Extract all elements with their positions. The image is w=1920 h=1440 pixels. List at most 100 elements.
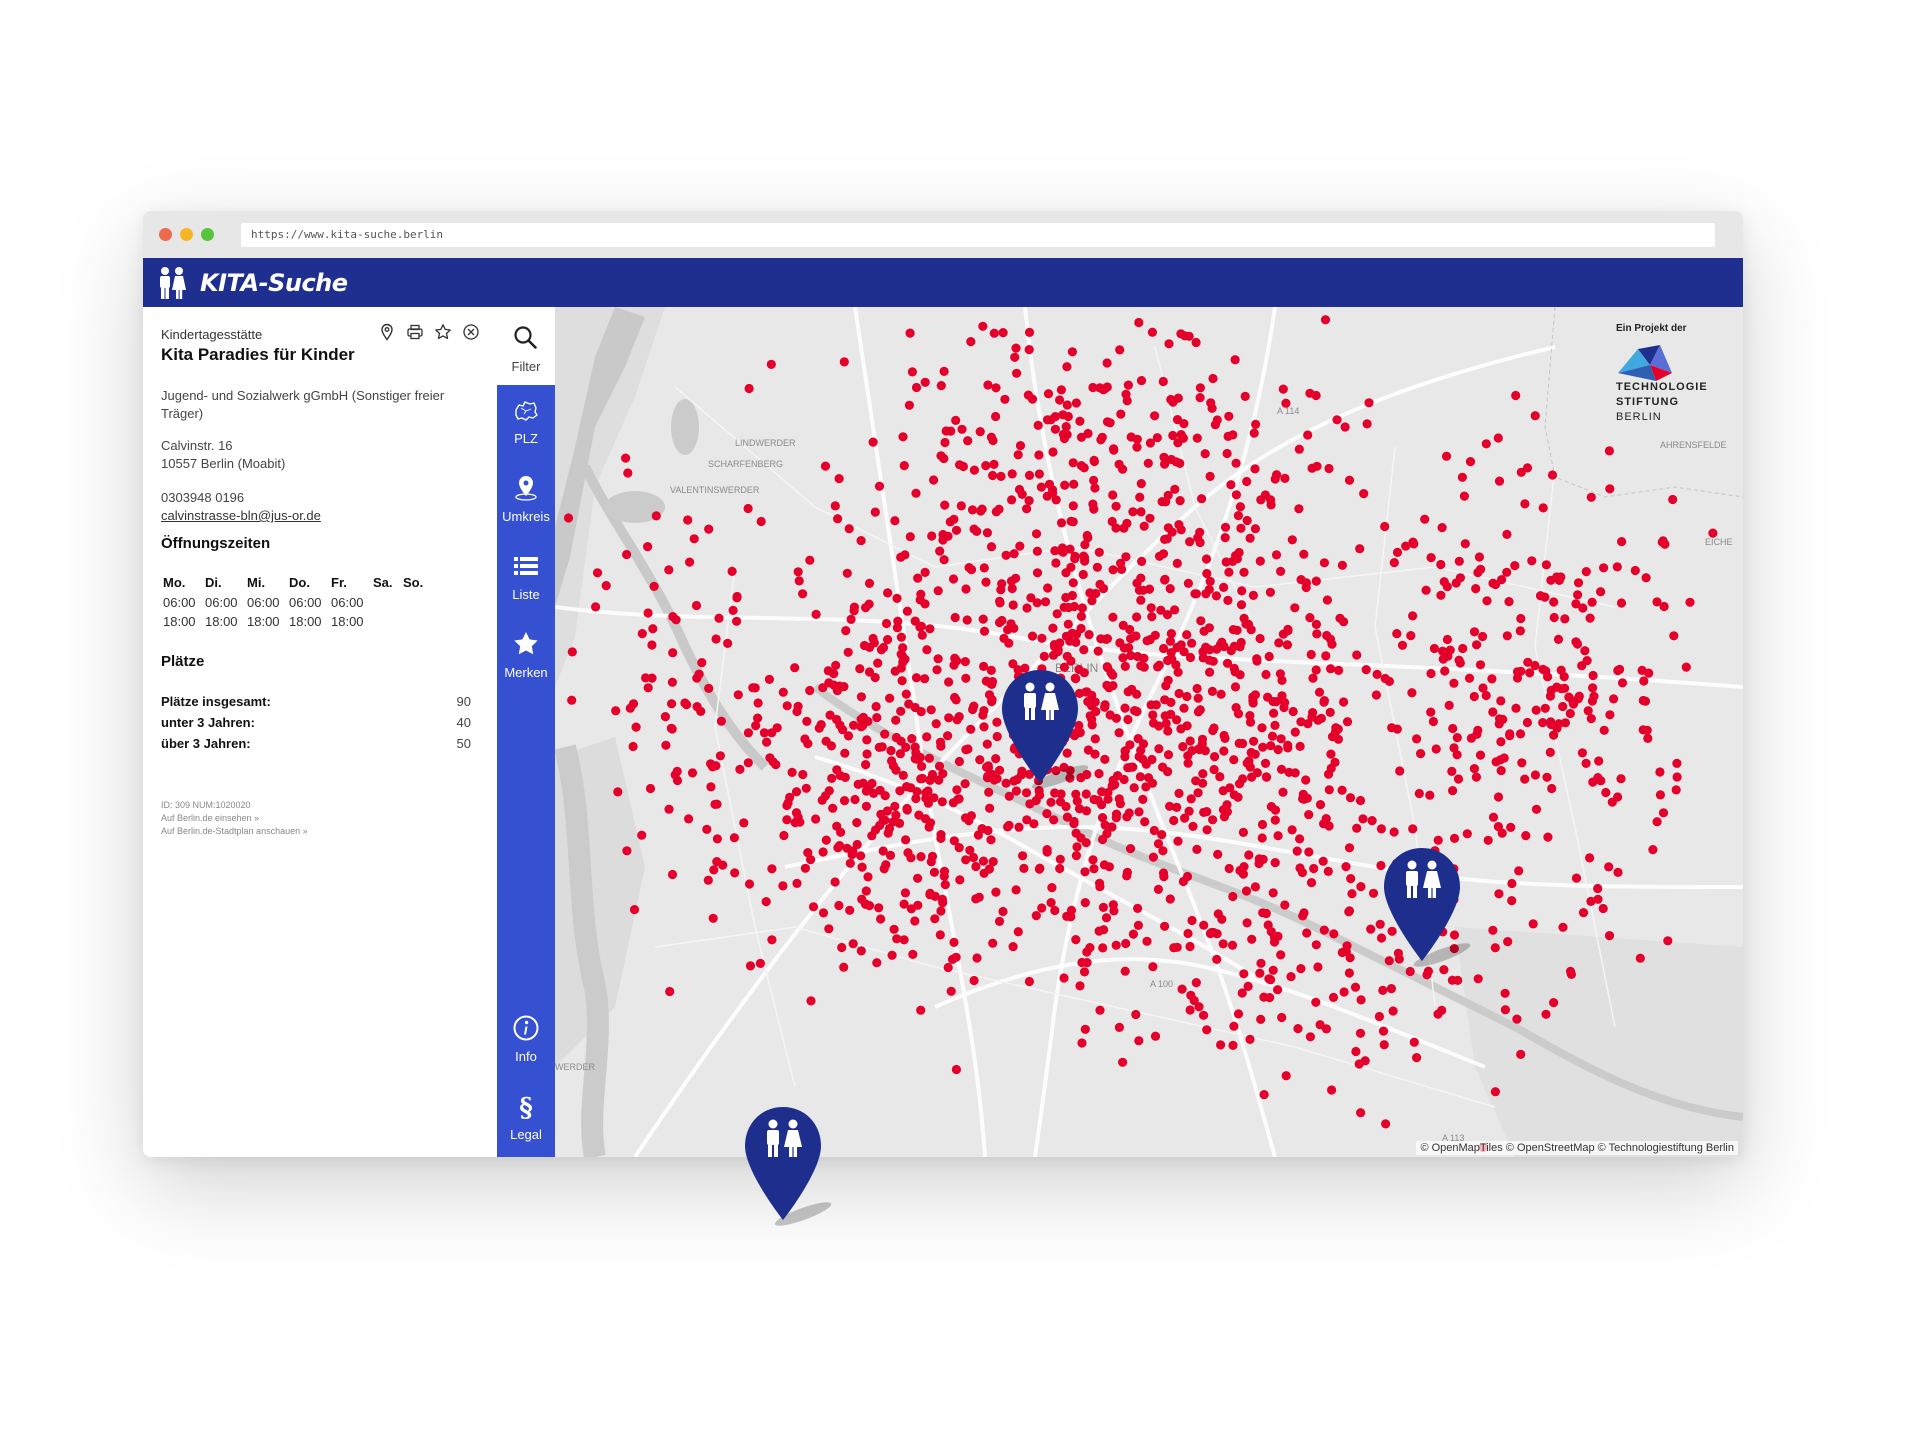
kita-dot[interactable] [1242, 918, 1252, 928]
kita-dot[interactable] [1187, 915, 1197, 926]
kita-dot[interactable] [1500, 988, 1510, 998]
kita-dot[interactable] [1158, 376, 1168, 387]
kita-dot[interactable] [979, 661, 989, 671]
kita-dot[interactable] [1604, 446, 1614, 456]
url-bar[interactable]: https://www.kita-suche.berlin [241, 223, 1715, 247]
kita-dot[interactable] [762, 737, 772, 747]
kita-dot[interactable] [1482, 596, 1492, 606]
kita-dot[interactable] [729, 833, 739, 843]
kita-dot[interactable] [930, 914, 940, 924]
kita-dot[interactable] [1514, 866, 1524, 876]
kita-dot[interactable] [1163, 767, 1173, 777]
kita-dot[interactable] [1194, 744, 1204, 755]
kita-dot[interactable] [1460, 539, 1470, 549]
kita-dot[interactable] [913, 573, 923, 583]
kita-dot[interactable] [1049, 815, 1059, 825]
kita-dot[interactable] [975, 427, 985, 437]
kita-dot[interactable] [1177, 984, 1187, 994]
kita-dot[interactable] [906, 783, 916, 793]
nav-legal[interactable]: § Legal [497, 1091, 555, 1142]
nav-plz[interactable]: PLZ [497, 395, 555, 446]
kita-dot[interactable] [1201, 554, 1212, 564]
kita-dot[interactable] [681, 700, 692, 710]
kita-dot[interactable] [832, 765, 842, 775]
kita-dot[interactable] [1543, 832, 1553, 842]
kita-dot[interactable] [1156, 605, 1166, 615]
kita-dot[interactable] [934, 775, 944, 785]
kita-dot[interactable] [1235, 670, 1245, 680]
kita-dot[interactable] [1201, 589, 1211, 599]
kita-dot[interactable] [905, 328, 915, 338]
kita-dot[interactable] [1543, 672, 1553, 682]
kita-dot[interactable] [1079, 645, 1089, 655]
kita-dot[interactable] [1067, 347, 1077, 357]
kita-dot[interactable] [969, 524, 979, 534]
kita-dot[interactable] [1231, 458, 1241, 468]
kita-dot[interactable] [1148, 962, 1158, 972]
kita-dot[interactable] [885, 693, 895, 703]
kita-dot[interactable] [1541, 560, 1551, 570]
kita-dot[interactable] [976, 506, 986, 516]
kita-dot[interactable] [1395, 766, 1405, 776]
kita-dot[interactable] [1287, 825, 1297, 835]
kita-dot[interactable] [1119, 643, 1129, 653]
kita-dot[interactable] [1075, 981, 1085, 991]
kita-dot[interactable] [1406, 631, 1416, 641]
kita-dot[interactable] [1199, 920, 1209, 930]
kita-dot[interactable] [1593, 883, 1603, 894]
kita-dot[interactable] [1114, 459, 1124, 469]
kita-dot[interactable] [1164, 339, 1174, 349]
kita-dot[interactable] [1329, 929, 1339, 939]
kita-dot[interactable] [1190, 589, 1200, 599]
kita-dot[interactable] [930, 891, 940, 902]
kita-dot[interactable] [863, 872, 873, 882]
kita-dot[interactable] [1126, 762, 1136, 772]
kita-dot[interactable] [1321, 651, 1331, 661]
kita-dot[interactable] [1612, 562, 1622, 572]
kita-dot[interactable] [904, 400, 914, 410]
kita-dot[interactable] [1122, 812, 1132, 822]
kita-dot[interactable] [961, 584, 971, 594]
kita-dot[interactable] [1502, 631, 1512, 641]
kita-dot[interactable] [1219, 641, 1229, 652]
kita-dot[interactable] [1238, 827, 1248, 838]
kita-dot[interactable] [727, 566, 737, 576]
kita-dot[interactable] [1209, 764, 1219, 775]
kita-dot[interactable] [1304, 847, 1314, 857]
kita-dot[interactable] [1132, 706, 1142, 717]
kita-dot[interactable] [1134, 585, 1144, 595]
kita-dot[interactable] [563, 513, 574, 523]
kita-dot[interactable] [1013, 450, 1023, 460]
kita-dot[interactable] [945, 517, 955, 527]
kita-dot[interactable] [953, 794, 963, 804]
kita-dot[interactable] [1504, 597, 1514, 607]
kita-dot[interactable] [1571, 873, 1582, 883]
kita-dot[interactable] [1546, 717, 1556, 727]
kita-dot[interactable] [1195, 705, 1205, 715]
kita-dot[interactable] [1165, 636, 1175, 646]
kita-dot[interactable] [621, 453, 631, 463]
kita-dot[interactable] [911, 673, 922, 683]
kita-dot[interactable] [1293, 1024, 1303, 1034]
kita-dot[interactable] [1010, 352, 1020, 362]
kita-dot[interactable] [651, 511, 661, 521]
kita-dot[interactable] [1163, 655, 1173, 666]
kita-dot[interactable] [920, 567, 930, 577]
kita-dot[interactable] [892, 593, 902, 603]
kita-dot[interactable] [910, 742, 920, 752]
kita-dot[interactable] [1276, 734, 1286, 744]
kita-dot[interactable] [716, 716, 726, 726]
kita-dot[interactable] [856, 692, 866, 702]
kita-dot[interactable] [1205, 471, 1215, 481]
kita-dot[interactable] [1134, 807, 1144, 817]
kita-dot[interactable] [645, 783, 656, 794]
kita-dot[interactable] [1547, 783, 1557, 794]
kita-dot[interactable] [1147, 778, 1158, 788]
kita-dot[interactable] [1502, 529, 1512, 539]
kita-dot[interactable] [1022, 815, 1032, 825]
kita-dot[interactable] [1061, 631, 1071, 641]
kita-dot[interactable] [1017, 489, 1027, 499]
kita-dot[interactable] [1233, 511, 1243, 521]
kita-dot[interactable] [1560, 614, 1570, 624]
kita-dot[interactable] [986, 542, 997, 552]
